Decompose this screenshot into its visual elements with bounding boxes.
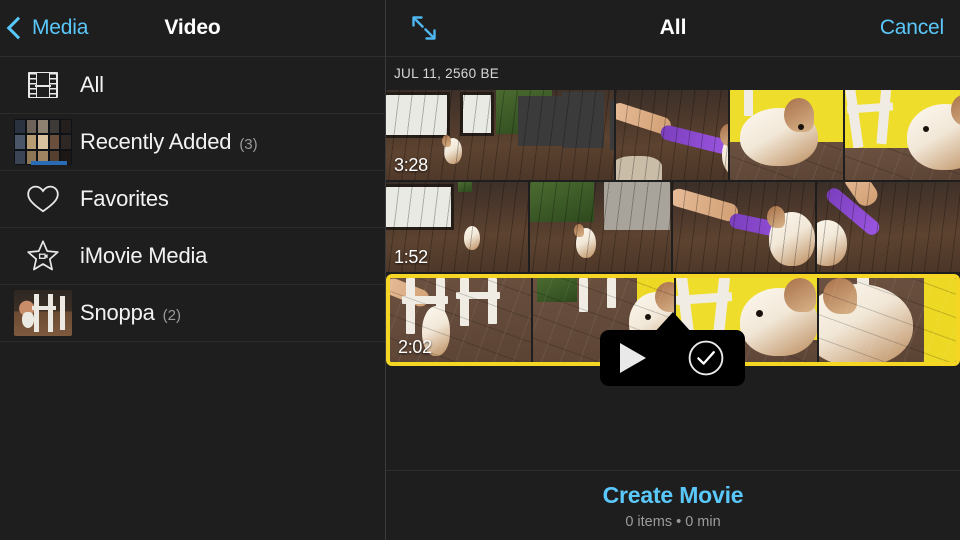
sidebar-item-imovie-media[interactable]: iMovie Media [0, 228, 385, 285]
media-thumbnail[interactable]: 2:02 [390, 278, 533, 362]
back-button[interactable]: Media [6, 16, 89, 40]
album-photo-thumbnail [14, 290, 72, 336]
play-icon[interactable] [620, 343, 647, 373]
back-button-label: Media [32, 16, 89, 39]
create-movie-button[interactable]: Create Movie [603, 482, 744, 509]
sidebar-item-label: Favorites [80, 186, 169, 211]
media-thumbnail[interactable]: 3:28 [386, 90, 616, 180]
recent-thumbnail-wrap [14, 119, 72, 165]
popup-body [600, 330, 745, 386]
media-row[interactable]: 3:28 [386, 90, 960, 180]
media-row[interactable]: 1:52 [386, 182, 960, 272]
thumbnail-image [845, 90, 960, 180]
filmstrip-icon-wrap [14, 62, 72, 108]
thumbnail-image [730, 90, 844, 180]
imovie-star-icon [27, 240, 59, 271]
sidebar-item-label: Snoppa [80, 300, 155, 325]
filmstrip-icon [28, 72, 58, 98]
sidebar-item-label: iMovie Media [80, 243, 208, 268]
cancel-button[interactable]: Cancel [880, 16, 944, 40]
collage-progress-bar [31, 161, 68, 165]
media-thumbnail[interactable] [730, 90, 846, 180]
imovie-star-icon-wrap [14, 233, 72, 279]
sidebar-item-recently-added[interactable]: Recently Added (3) [0, 114, 385, 171]
sidebar-item-label: Recently Added [80, 129, 232, 154]
sidebar-item-favorites[interactable]: Favorites [0, 171, 385, 228]
selection-summary: 0 items • 0 min [625, 513, 721, 530]
footer: Create Movie 0 items • 0 min [386, 470, 960, 540]
thumbnail-image [529, 182, 671, 272]
chevron-left-icon [6, 16, 30, 40]
sidebar-header: Media Video [0, 0, 385, 57]
media-thumbnail[interactable]: 1:52 [386, 182, 530, 272]
filmstrip-divider [35, 85, 51, 87]
media-thumbnail[interactable] [818, 278, 956, 362]
sidebar-item-all[interactable]: All [0, 57, 385, 114]
thumbnail-image [615, 90, 729, 180]
media-thumbnail[interactable] [529, 182, 673, 272]
album-thumbnail-wrap [14, 290, 72, 336]
media-thumbnail[interactable] [816, 182, 960, 272]
duration-label: 3:28 [394, 155, 428, 175]
imovie-media-picker: Media Video All Recently Added (3) Favor… [0, 0, 960, 540]
media-thumbnail[interactable] [845, 90, 960, 180]
heart-icon [27, 185, 59, 213]
sidebar-item-count: (3) [239, 135, 258, 153]
thumbnail-image [818, 278, 956, 362]
sidebar-item-snoppa[interactable]: Snoppa (2) [0, 285, 385, 342]
thumbnail-image [673, 182, 815, 272]
sidebar-item-label: All [80, 72, 104, 97]
checkmark-circle-icon[interactable] [687, 339, 725, 377]
media-browser-pane: All Cancel JUL 11, 2560 BE 3:28 1:52 2:0… [386, 0, 960, 540]
sidebar-item-count: (2) [162, 306, 181, 324]
date-section-header: JUL 11, 2560 BE [394, 66, 500, 81]
duration-label: 1:52 [394, 247, 428, 267]
heart-icon-wrap [14, 176, 72, 222]
media-thumbnail[interactable] [673, 182, 817, 272]
sidebar: Media Video All Recently Added (3) Favor… [0, 0, 386, 540]
expand-button[interactable] [404, 8, 444, 48]
media-thumbnail[interactable] [615, 90, 731, 180]
thumbnail-image [816, 182, 960, 272]
duration-label: 2:02 [398, 337, 432, 357]
media-header: All Cancel [386, 0, 960, 57]
expand-diagonal-arrows-icon [412, 16, 436, 40]
collage-grid [14, 119, 72, 165]
media-title: All [659, 16, 687, 39]
recent-collage-thumbnail [14, 119, 72, 165]
